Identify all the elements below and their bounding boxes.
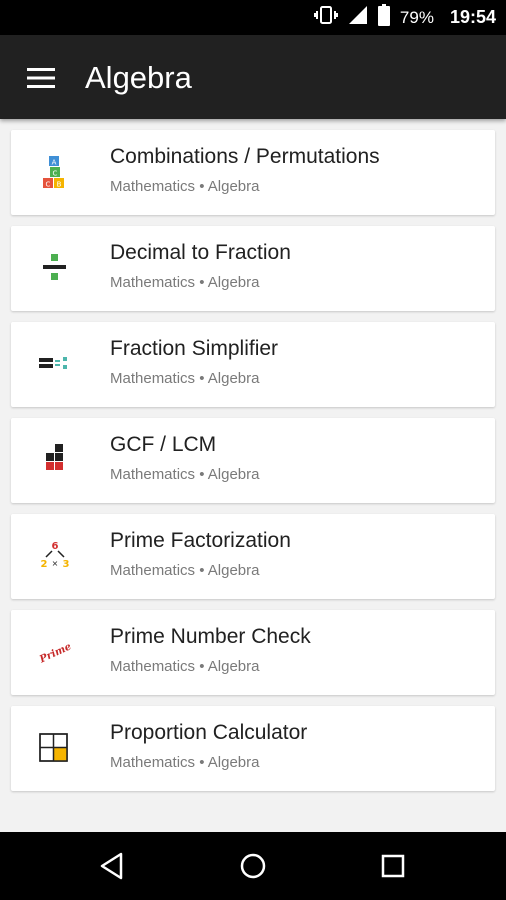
- navigation-bar: [0, 832, 506, 900]
- prime-stamp-text: Prime: [37, 641, 73, 666]
- list-item-decimal-to-fraction[interactable]: Decimal to Fraction Mathematics • Algebr…: [11, 226, 495, 311]
- item-title: Proportion Calculator: [110, 721, 308, 744]
- list-item-prime-number-check[interactable]: Prime Prime Number Check Mathematics • A…: [11, 610, 495, 695]
- abc-blocks-icon: A C C B: [35, 152, 75, 192]
- list-item-combinations-permutations[interactable]: A C C B Combinations / Permutations Math…: [11, 130, 495, 215]
- app-bar: Algebra: [0, 35, 506, 119]
- factor-tree-icon: 6 2 × 3: [35, 536, 75, 576]
- factor-top: 6: [52, 541, 59, 552]
- recents-icon: [381, 854, 405, 878]
- item-title: Combinations / Permutations: [110, 145, 380, 168]
- battery-percent: 79%: [399, 7, 434, 27]
- item-subtitle: Mathematics • Algebra: [110, 370, 260, 387]
- item-subtitle: Mathematics • Algebra: [110, 562, 260, 579]
- block-letter: C: [46, 181, 51, 189]
- battery-icon: [377, 4, 390, 31]
- factor-left: 2: [41, 559, 48, 570]
- item-subtitle: Mathematics • Algebra: [110, 754, 260, 771]
- item-title: Fraction Simplifier: [110, 337, 279, 360]
- stacked-blocks-icon: [35, 440, 75, 480]
- list-item-gcf-lcm[interactable]: GCF / LCM Mathematics • Algebra: [11, 418, 495, 503]
- item-subtitle: Mathematics • Algebra: [110, 658, 260, 675]
- division-sign-icon: [35, 248, 75, 288]
- proportion-grid-icon: [35, 728, 75, 768]
- item-subtitle: Mathematics • Algebra: [110, 274, 260, 291]
- item-title: Decimal to Fraction: [110, 241, 291, 264]
- item-subtitle: Mathematics • Algebra: [110, 466, 260, 483]
- list-item-prime-factorization[interactable]: 6 2 × 3 Prime Factorization Mathematics …: [11, 514, 495, 599]
- block-letter: A: [52, 159, 57, 167]
- item-title: Prime Factorization: [110, 529, 291, 552]
- home-icon: [240, 853, 266, 879]
- list-item-proportion-calculator[interactable]: Proportion Calculator Mathematics • Alge…: [11, 706, 495, 791]
- list-item-fraction-simplifier[interactable]: Fraction Simplifier Mathematics • Algebr…: [11, 322, 495, 407]
- item-subtitle: Mathematics • Algebra: [110, 178, 260, 195]
- block-letter: C: [53, 170, 58, 178]
- back-button[interactable]: [92, 846, 132, 886]
- vibrate-icon: [313, 5, 338, 30]
- item-title: GCF / LCM: [110, 433, 217, 456]
- item-title: Prime Number Check: [110, 625, 311, 648]
- block-letter: B: [57, 181, 62, 189]
- menu-button[interactable]: [18, 55, 64, 101]
- hamburger-menu-icon: [27, 68, 55, 88]
- clock: 19:54: [449, 7, 496, 27]
- status-icons: 79% 19:54: [313, 0, 496, 35]
- recents-button[interactable]: [373, 846, 413, 886]
- page-title: Algebra: [85, 60, 192, 95]
- factor-times: ×: [52, 559, 59, 568]
- status-bar: 79% 19:54: [0, 0, 506, 35]
- cell-signal-icon: [348, 5, 368, 30]
- back-icon: [100, 852, 123, 880]
- fraction-equals-icon: [35, 344, 75, 384]
- home-button[interactable]: [233, 846, 273, 886]
- prime-stamp-icon: Prime: [35, 632, 75, 672]
- factor-right: 3: [63, 559, 70, 570]
